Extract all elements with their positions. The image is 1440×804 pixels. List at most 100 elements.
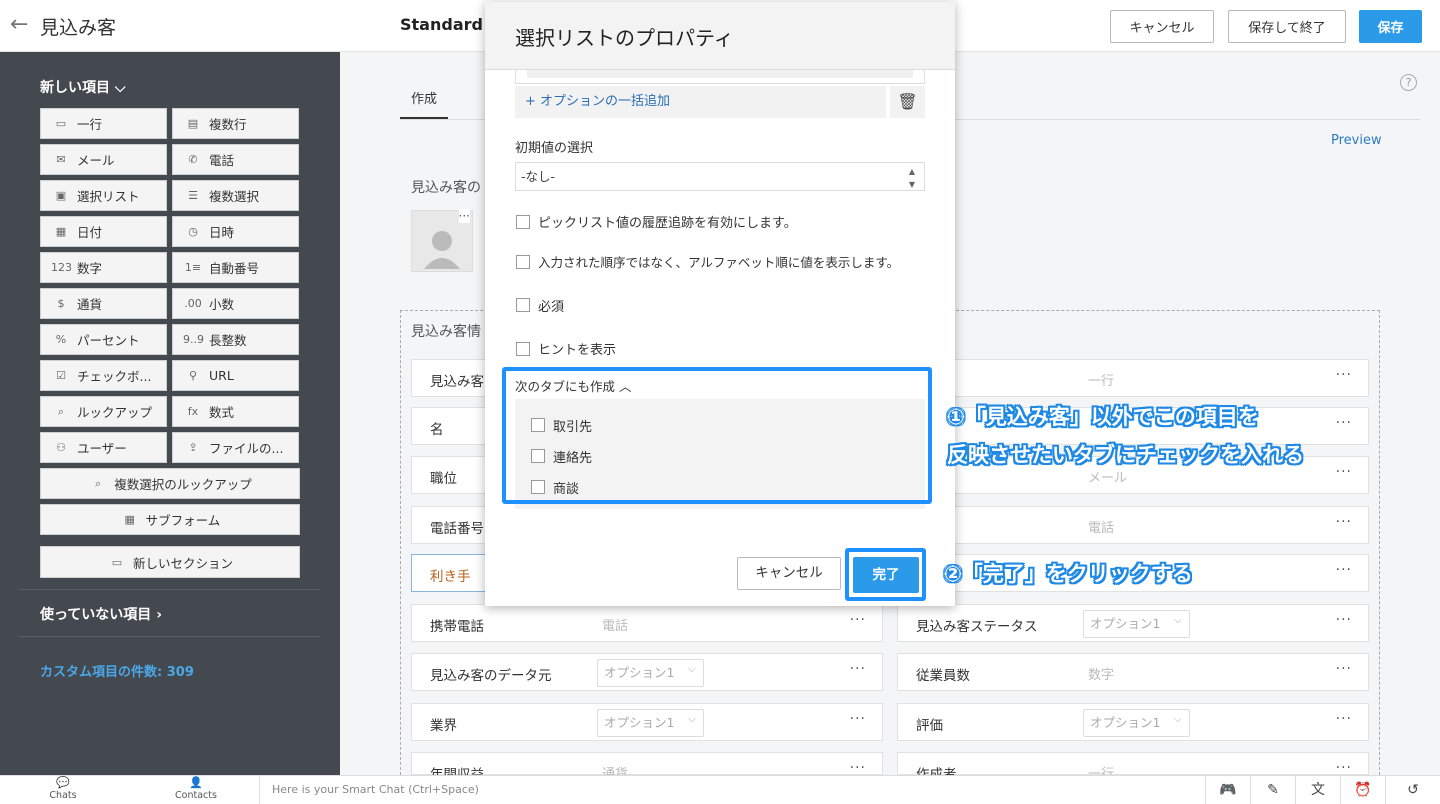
unused-items-heading[interactable]: 使っていない項目 ›: [40, 604, 162, 624]
alphabetical-order-checkbox[interactable]: [516, 255, 530, 269]
more-icon[interactable]: ···: [1336, 415, 1352, 431]
help-icon[interactable]: ?: [1400, 74, 1417, 91]
save-button[interactable]: 保存: [1359, 10, 1422, 43]
notes-icon[interactable]: ✎: [1250, 776, 1295, 804]
field-type-icon: fx: [187, 405, 199, 418]
field-row[interactable]: 電話 ···: [897, 506, 1369, 544]
field-type-label: 複数選択: [209, 189, 260, 204]
field-type-button[interactable]: ▤ 複数行: [172, 108, 299, 139]
field-type-label: パーセント: [77, 333, 140, 348]
field-type-button[interactable]: ⚇ ユーザー: [40, 432, 167, 463]
show-hint-checkbox[interactable]: [516, 342, 530, 356]
multi-lookup-field-button[interactable]: ⌕ 複数選択のルックアップ: [40, 468, 300, 499]
field-type-button[interactable]: ▣ 選択リスト: [40, 180, 167, 211]
alarm-icon[interactable]: ⏰: [1340, 776, 1385, 804]
more-icon[interactable]: ···: [1336, 661, 1352, 677]
more-icon[interactable]: ···: [850, 711, 866, 727]
info-section-title: 見込み客情: [411, 324, 481, 340]
field-row[interactable]: 評価 オプション1 ⌵ ···: [897, 703, 1369, 741]
chat-bubble-icon: 💬: [56, 776, 70, 789]
preview-link[interactable]: Preview: [1331, 133, 1382, 148]
field-row[interactable]: 作成者一行···: [897, 752, 1369, 783]
more-icon[interactable]: ···: [1336, 760, 1352, 776]
field-type-icon: ⌕: [57, 404, 65, 418]
field-row-label: 利き手: [430, 569, 471, 585]
field-type-button[interactable]: ✆ 電話: [172, 144, 299, 175]
field-type-button[interactable]: 1≡ 自動番号: [172, 252, 299, 283]
field-type-icon: 123: [51, 261, 72, 274]
more-icon[interactable]: ···: [850, 612, 866, 628]
modal-header: 選択リストのプロパティ: [485, 2, 955, 70]
chats-button[interactable]: 💬 Chats: [40, 776, 86, 804]
field-type-icon: 9..9: [183, 333, 204, 346]
smart-chat-input[interactable]: Here is your Smart Chat (Ctrl+Space): [259, 776, 479, 804]
field-type-button[interactable]: .00 小数: [172, 288, 299, 319]
field-row[interactable]: 見込み客ステータス オプション1 ⌵ ···: [897, 604, 1369, 642]
field-row-label: 評価: [916, 718, 943, 734]
new-items-heading[interactable]: 新しい項目 ⌵: [40, 77, 126, 97]
field-row-placeholder: メール: [1088, 471, 1128, 486]
more-icon[interactable]: ···: [850, 661, 866, 677]
more-icon[interactable]: ···: [458, 209, 470, 223]
more-icon[interactable]: ···: [1336, 562, 1352, 578]
bulk-add-options-link[interactable]: + オプションの一括追加: [515, 86, 886, 118]
translate-icon[interactable]: 文: [1295, 776, 1340, 804]
gamepad-icon[interactable]: 🎮: [1205, 776, 1250, 804]
back-arrow-icon[interactable]: ←: [10, 12, 28, 37]
field-type-button[interactable]: 9..9 長整数: [172, 324, 299, 355]
field-row[interactable]: 携帯電話 電話 ···: [411, 604, 883, 642]
history-tracking-checkbox[interactable]: [516, 215, 530, 229]
module-title: 見込み客: [40, 17, 117, 39]
field-type-button[interactable]: $ 通貨: [40, 288, 167, 319]
field-row[interactable]: 従業員数 数字 ···: [897, 653, 1369, 691]
field-type-button[interactable]: ⚲ URL: [172, 360, 299, 391]
field-type-label: 数式: [209, 405, 235, 420]
field-type-button[interactable]: ☰ 複数選択: [172, 180, 299, 211]
field-type-icon: ✆: [188, 153, 198, 166]
field-type-button[interactable]: % パーセント: [40, 324, 167, 355]
field-type-button[interactable]: ▦ 日付: [40, 216, 167, 247]
field-type-button[interactable]: ◷ 日時: [172, 216, 299, 247]
more-icon[interactable]: ···: [1336, 464, 1352, 480]
divider: [20, 636, 320, 637]
field-type-icon: ☰: [188, 189, 198, 202]
subform-button[interactable]: ▦ サブフォーム: [40, 504, 300, 535]
field-type-icon: ◷: [188, 225, 198, 238]
field-type-button[interactable]: fx 数式: [172, 396, 299, 427]
field-type-button[interactable]: ☑ チェックボ...: [40, 360, 167, 391]
trash-icon[interactable]: 🗑: [890, 86, 925, 118]
tab-create[interactable]: 作成: [400, 88, 448, 119]
lead-photo-placeholder[interactable]: ···: [411, 209, 473, 272]
modal-title: 選択リストのプロパティ: [515, 26, 734, 50]
more-icon[interactable]: ···: [850, 760, 866, 776]
contacts-button[interactable]: 👤 Contacts: [170, 776, 222, 804]
required-checkbox[interactable]: [516, 298, 530, 312]
field-row-label: 従業員数: [916, 668, 970, 684]
field-type-button[interactable]: ✉ メール: [40, 144, 167, 175]
field-row[interactable]: 見込み客のデータ元 オプション1 ⌵ ···: [411, 653, 883, 691]
field-type-button[interactable]: ⌕ ルックアップ: [40, 396, 167, 427]
cancel-button[interactable]: キャンセル: [1110, 10, 1214, 43]
field-row[interactable]: 年間収益通貨···: [411, 752, 883, 783]
default-value-select[interactable]: -なし- ▲ ▼: [515, 162, 925, 191]
divider: [20, 589, 320, 590]
chevron-down-icon: ⌵: [688, 714, 696, 725]
field-row[interactable]: 業界 オプション1 ⌵ ···: [411, 703, 883, 741]
field-type-button[interactable]: 123 数字: [40, 252, 167, 283]
more-icon[interactable]: ···: [1336, 367, 1352, 383]
more-icon[interactable]: ···: [1336, 514, 1352, 530]
chevron-down-icon: ⌵: [1174, 615, 1182, 626]
more-icon[interactable]: ···: [1336, 612, 1352, 628]
option-input[interactable]: [527, 70, 913, 78]
save-and-close-button[interactable]: 保存して終了: [1228, 10, 1346, 43]
field-type-icon: .00: [184, 297, 202, 310]
field-row[interactable]: 一行 ···: [897, 359, 1369, 397]
field-type-label: 自動番号: [209, 261, 260, 276]
history-icon[interactable]: ↺: [1385, 776, 1440, 804]
field-row-label: 電話番号: [430, 521, 484, 537]
modal-cancel-button[interactable]: キャンセル: [737, 557, 841, 590]
more-icon[interactable]: ···: [1336, 711, 1352, 727]
new-section-button[interactable]: ▭ 新しいセクション: [40, 546, 300, 578]
field-type-button[interactable]: ⇪ ファイルの...: [172, 432, 299, 463]
field-type-button[interactable]: ▭ 一行: [40, 108, 167, 139]
